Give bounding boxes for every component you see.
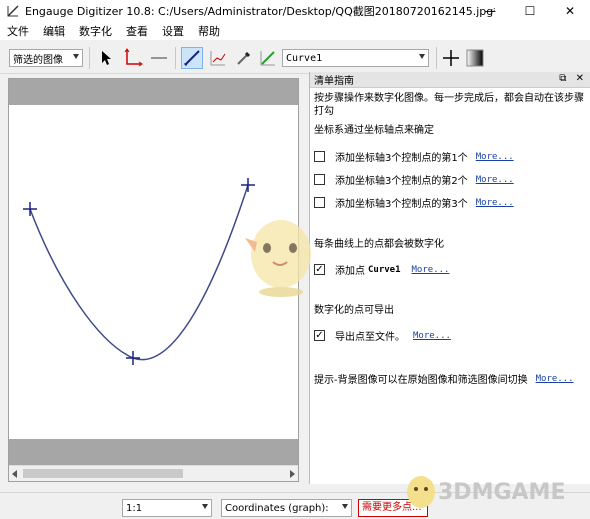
checklist-panel-title: 清单指南: [314, 76, 354, 87]
tip-text: 提示-背景图像可以在原始图像和筛选图像间切换: [314, 375, 528, 386]
section-curve-heading: 每条曲线上的点都会被数字化: [314, 239, 444, 250]
watermark-mascot-icon: [407, 476, 435, 508]
coordinates-value: Coordinates (graph):: [225, 502, 329, 514]
axis-point-tool-button[interactable]: [122, 47, 144, 69]
canvas-margin-top: [9, 79, 298, 105]
step-export-label: 导出点至文件。: [335, 332, 405, 343]
toolbar: 筛选的图像 Curve1: [0, 41, 590, 74]
checkbox-axis-3: [314, 197, 325, 208]
background-selector[interactable]: 筛选的图像: [9, 49, 83, 67]
site-watermark: 3DMGAME: [404, 474, 565, 510]
coordinates-selector[interactable]: Coordinates (graph):: [221, 499, 352, 517]
section-export-heading: 数字化的点可导出: [314, 305, 394, 316]
menu-edit[interactable]: 编辑: [36, 23, 72, 39]
step-axis-3-label: 添加坐标轴3个控制点的第3个: [335, 199, 468, 210]
segment-fill-tool-button[interactable]: [257, 47, 279, 69]
toolbar-divider: [175, 47, 176, 69]
point-match-tool-button[interactable]: [207, 47, 229, 69]
toolbar-divider: [89, 47, 90, 69]
segment-fill-icon: [260, 51, 275, 66]
step-axis-2-label: 添加坐标轴3个控制点的第2个: [335, 176, 468, 187]
curve-point-left[interactable]: [23, 202, 37, 216]
zoom-value: 1:1: [126, 502, 143, 514]
minimize-button[interactable]: —: [470, 0, 510, 22]
background-selector-value: 筛选的图像: [13, 54, 63, 66]
step-axis-1: 添加坐标轴3个控制点的第1个 More...: [314, 149, 514, 164]
curve-line: [29, 184, 249, 361]
mascot-watermark-icon: [245, 220, 311, 297]
step-axis-1-label: 添加坐标轴3个控制点的第1个: [335, 153, 468, 164]
curve-selector-value: Curve1: [286, 52, 323, 64]
horizontal-scrollbar[interactable]: [9, 465, 298, 481]
gradient-icon: [466, 49, 484, 67]
step-export: ✓ 导出点至文件。 More...: [314, 328, 451, 343]
curve-point-right[interactable]: [241, 178, 255, 192]
menu-bar: 文件 编辑 数字化 查看 设置 帮助: [0, 22, 590, 40]
curve-point-icon: [184, 50, 200, 66]
curve-point-tool-button[interactable]: [181, 47, 203, 69]
more-link-tip[interactable]: More...: [536, 374, 574, 384]
checkbox-export: ✓: [314, 330, 325, 341]
chevron-down-icon: [419, 54, 425, 59]
canvas-margin-bottom: [9, 439, 298, 465]
scroll-right-icon[interactable]: [290, 470, 295, 478]
menu-settings[interactable]: 设置: [155, 23, 191, 39]
eyedropper-icon: [237, 51, 251, 65]
zoom-selector[interactable]: 1:1: [122, 499, 212, 517]
step-add-curve-points: ✓ 添加点 Curve1 More...: [314, 262, 449, 277]
maximize-button[interactable]: ☐: [510, 0, 550, 22]
close-button[interactable]: ✕: [550, 0, 590, 22]
chevron-down-icon: [202, 504, 208, 509]
gradient-button[interactable]: [464, 47, 486, 69]
tip-row: 提示-背景图像可以在原始图像和筛选图像间切换 More...: [314, 371, 574, 387]
curve-point-bottom[interactable]: [126, 351, 140, 365]
checklist-panel-header: 清单指南 ⧉ ✕: [310, 72, 590, 88]
step-curve-prefix: 添加点: [335, 266, 365, 277]
axis-point-icon: [124, 48, 143, 67]
scale-bar-tool-button[interactable]: [148, 47, 170, 69]
chevron-down-icon: [342, 504, 348, 509]
panel-float-close-icons[interactable]: ⧉ ✕: [559, 73, 587, 84]
scroll-left-icon[interactable]: [12, 470, 17, 478]
crosshair-button[interactable]: [440, 47, 462, 69]
crosshair-icon: [443, 50, 459, 66]
more-link-axis-3[interactable]: More...: [476, 198, 514, 208]
scale-bar-icon: [151, 57, 167, 59]
checkbox-axis-2: [314, 174, 325, 185]
menu-digitize[interactable]: 数字化: [72, 23, 119, 39]
section-axes-heading: 坐标系通过坐标轴点来确定: [314, 125, 434, 136]
step-curve-name: Curve1: [368, 264, 401, 275]
more-link-axis-2[interactable]: More...: [476, 175, 514, 185]
watermark-text: 3DMGAME: [438, 479, 566, 505]
menu-view[interactable]: 查看: [119, 23, 155, 39]
menu-help[interactable]: 帮助: [191, 23, 227, 39]
curve-selector[interactable]: Curve1: [282, 49, 429, 67]
app-icon: [7, 5, 19, 17]
checkbox-curve: ✓: [314, 264, 325, 275]
scrollbar-thumb[interactable]: [23, 469, 183, 478]
window-title: Engauge Digitizer 10.8: C:/Users/Adminis…: [25, 5, 495, 18]
color-picker-tool-button[interactable]: [233, 47, 255, 69]
more-link-export[interactable]: More...: [413, 331, 451, 341]
checklist-panel: 清单指南 ⧉ ✕ 按步骤操作来数字化图像。每一步完成后，都会自动在该步骤打勾 坐…: [309, 72, 590, 484]
toolbar-divider: [436, 47, 437, 69]
select-tool-button[interactable]: [95, 47, 117, 69]
more-link-axis-1[interactable]: More...: [476, 152, 514, 162]
checklist-intro: 按步骤操作来数字化图像。每一步完成后，都会自动在该步骤打勾: [314, 93, 584, 117]
point-match-icon: [210, 51, 226, 66]
title-bar: Engauge Digitizer 10.8: C:/Users/Adminis…: [0, 0, 590, 22]
step-axis-3: 添加坐标轴3个控制点的第3个 More...: [314, 195, 514, 210]
cursor-arrow-icon: [102, 51, 111, 65]
menu-file[interactable]: 文件: [0, 23, 36, 39]
more-link-curve[interactable]: More...: [412, 265, 450, 275]
chevron-down-icon: [73, 54, 79, 59]
checkbox-axis-1: [314, 151, 325, 162]
step-axis-2: 添加坐标轴3个控制点的第2个 More...: [314, 172, 514, 187]
